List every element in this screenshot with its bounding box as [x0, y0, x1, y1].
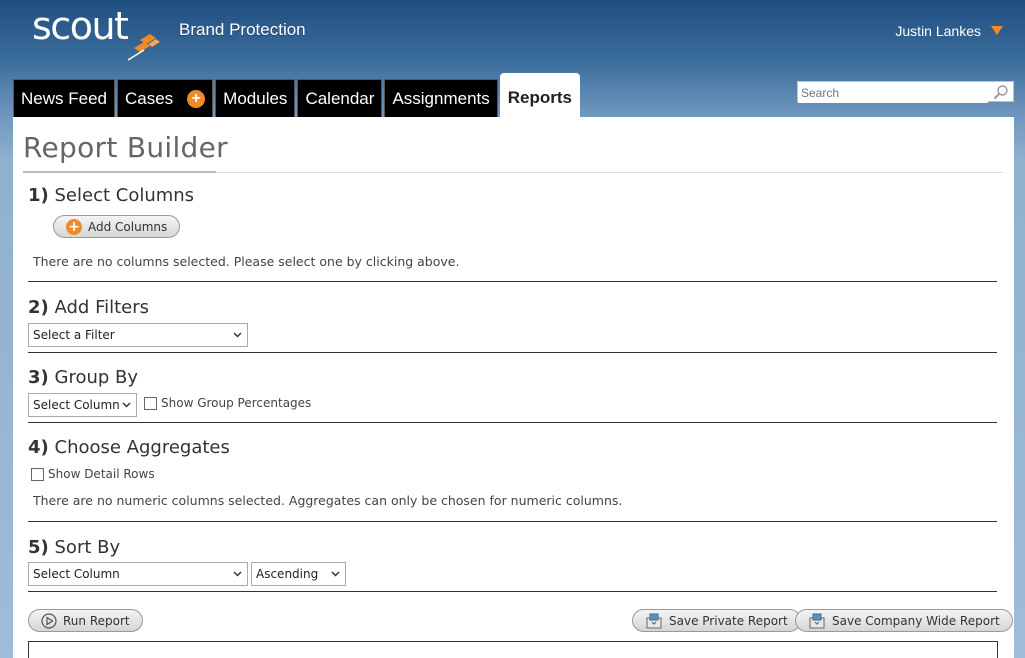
section-select-columns-heading: 1) Select Columns — [28, 185, 194, 206]
save-company-wide-report-button[interactable]: Save Company Wide Report — [795, 609, 1013, 632]
section-divider — [28, 352, 997, 353]
logo-mark-icon — [127, 34, 160, 61]
play-icon — [41, 612, 57, 629]
no-columns-note: There are no columns selected. Please se… — [33, 254, 460, 269]
sort-order-select[interactable]: Ascending — [251, 562, 346, 586]
button-label: Run Report — [63, 613, 130, 628]
button-label: Add Columns — [88, 219, 168, 234]
section-number: 1) — [28, 185, 49, 206]
add-columns-button[interactable]: + Add Columns — [53, 215, 181, 238]
brand-name: Brand Protection — [179, 20, 306, 39]
checkbox-label: Show Detail Rows — [48, 467, 155, 481]
select-value: Ascending — [256, 567, 319, 581]
report-builder-panel: Report Builder 1) Select Columns + Add C… — [13, 117, 1014, 658]
add-case-icon[interactable]: + — [187, 89, 206, 108]
page-title: Report Builder — [23, 131, 228, 164]
aggregates-note: There are no numeric columns selected. A… — [33, 493, 623, 508]
section-divider — [28, 281, 997, 282]
section-divider — [28, 521, 997, 522]
select-value: Select Column — [33, 398, 120, 412]
tab-reports[interactable]: Reports — [499, 73, 580, 117]
tab-cases[interactable]: Cases + — [116, 79, 214, 117]
logo-text: scout — [32, 4, 129, 48]
user-menu[interactable]: Justin Lankes — [895, 23, 981, 39]
section-add-filters-heading: 2) Add Filters — [28, 297, 149, 318]
tab-calendar[interactable]: Calendar — [297, 79, 383, 117]
section-divider — [28, 422, 997, 423]
save-private-report-button[interactable]: Save Private Report — [632, 609, 801, 632]
section-sort-by-heading: 5) Sort By — [28, 537, 120, 558]
button-label: Save Private Report — [669, 613, 788, 628]
section-title: Select Columns — [54, 185, 195, 206]
save-report-icon — [646, 613, 662, 628]
select-value: Select Column — [33, 567, 120, 581]
section-title: Choose Aggregates — [54, 437, 230, 458]
tab-label: Modules — [223, 88, 288, 108]
chevron-down-icon — [122, 402, 131, 408]
tab-assignments[interactable]: Assignments — [384, 79, 498, 117]
section-number: 5) — [28, 537, 49, 558]
show-detail-rows-checkbox[interactable] — [31, 467, 44, 481]
title-divider — [216, 172, 1003, 173]
checkbox-label: Show Group Percentages — [161, 396, 312, 410]
sort-column-select[interactable]: Select Column — [28, 562, 248, 586]
show-detail-rows-option: Show Detail Rows — [31, 467, 155, 481]
main-nav-tabs: News Feed Cases + Modules Calendar Assig… — [13, 73, 580, 117]
section-group-by-heading: 3) Group By — [28, 367, 138, 388]
tab-label: Calendar — [305, 88, 375, 108]
section-number: 4) — [28, 437, 49, 458]
run-report-button[interactable]: Run Report — [28, 609, 143, 632]
filter-select[interactable]: Select a Filter — [28, 323, 248, 347]
group-by-select[interactable]: Select Column — [28, 393, 137, 417]
chevron-down-icon — [331, 571, 340, 577]
chevron-down-icon — [233, 571, 242, 577]
section-number: 2) — [28, 297, 49, 318]
section-divider — [28, 591, 997, 592]
section-title: Add Filters — [54, 297, 150, 318]
plus-circle-icon: + — [66, 218, 82, 235]
chevron-down-icon — [233, 332, 242, 338]
show-group-percentages-option: Show Group Percentages — [144, 396, 311, 410]
save-report-icon — [809, 613, 825, 628]
search-input[interactable] — [798, 83, 988, 103]
tab-label: Cases — [124, 88, 174, 108]
section-title: Sort By — [54, 537, 121, 558]
select-value: Select a Filter — [33, 328, 115, 342]
section-title: Group By — [54, 367, 139, 388]
section-choose-aggregates-heading: 4) Choose Aggregates — [28, 437, 230, 458]
tab-label: Reports — [507, 88, 572, 107]
show-group-percentages-checkbox[interactable] — [144, 396, 157, 410]
report-output-area — [28, 641, 998, 658]
user-caret-icon[interactable] — [991, 26, 1003, 35]
tab-modules[interactable]: Modules — [215, 79, 296, 117]
tab-label: Assignments — [392, 88, 490, 108]
search-box — [797, 81, 1014, 103]
button-label: Save Company Wide Report — [832, 613, 1000, 628]
search-icon[interactable] — [993, 84, 1009, 100]
title-underline — [23, 171, 216, 173]
tab-news-feed[interactable]: News Feed — [13, 79, 115, 117]
section-number: 3) — [28, 367, 49, 388]
tab-label: News Feed — [21, 88, 107, 108]
